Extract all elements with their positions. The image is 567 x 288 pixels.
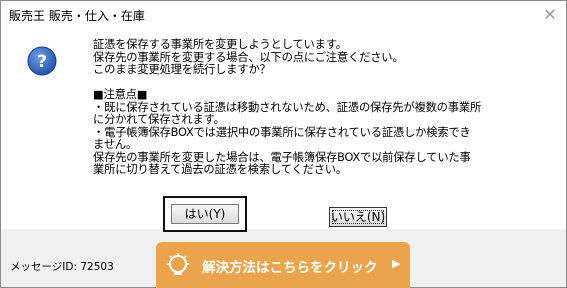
question-icon: ? (27, 46, 57, 76)
no-button[interactable]: いいえ(N) (329, 207, 387, 227)
svg-text:?: ? (37, 52, 47, 72)
message-id: メッセージID: 72503 (10, 261, 114, 273)
close-icon[interactable]: ✕ (540, 5, 560, 25)
yes-button[interactable]: はい(Y) (171, 204, 239, 224)
message-area: ? 証憑を保存する事業所を変更しようとしています。 保存先の事業所を変更する場合… (1, 29, 566, 229)
solution-label: 解決方法はこちらをクリック (202, 260, 378, 276)
window-title: 販売王 販売・仕入・在庫 (9, 9, 145, 23)
solution-button[interactable]: 解決方法はこちらをクリック ▶ (156, 242, 410, 288)
arrow-right-icon: ▶ (392, 257, 401, 270)
yes-button-focus-frame: はい(Y) (163, 196, 247, 232)
dialog-window: 販売王 販売・仕入・在庫 ✕ ? 証憑を保存する事業所を変更しようとしています。… (0, 0, 567, 288)
title-bar: 販売王 販売・仕入・在庫 ✕ (1, 1, 566, 29)
lightbulb-icon (167, 253, 189, 275)
message-text: 証憑を保存する事業所を変更しようとしています。 保存先の事業所を変更する場合、以… (93, 38, 482, 176)
